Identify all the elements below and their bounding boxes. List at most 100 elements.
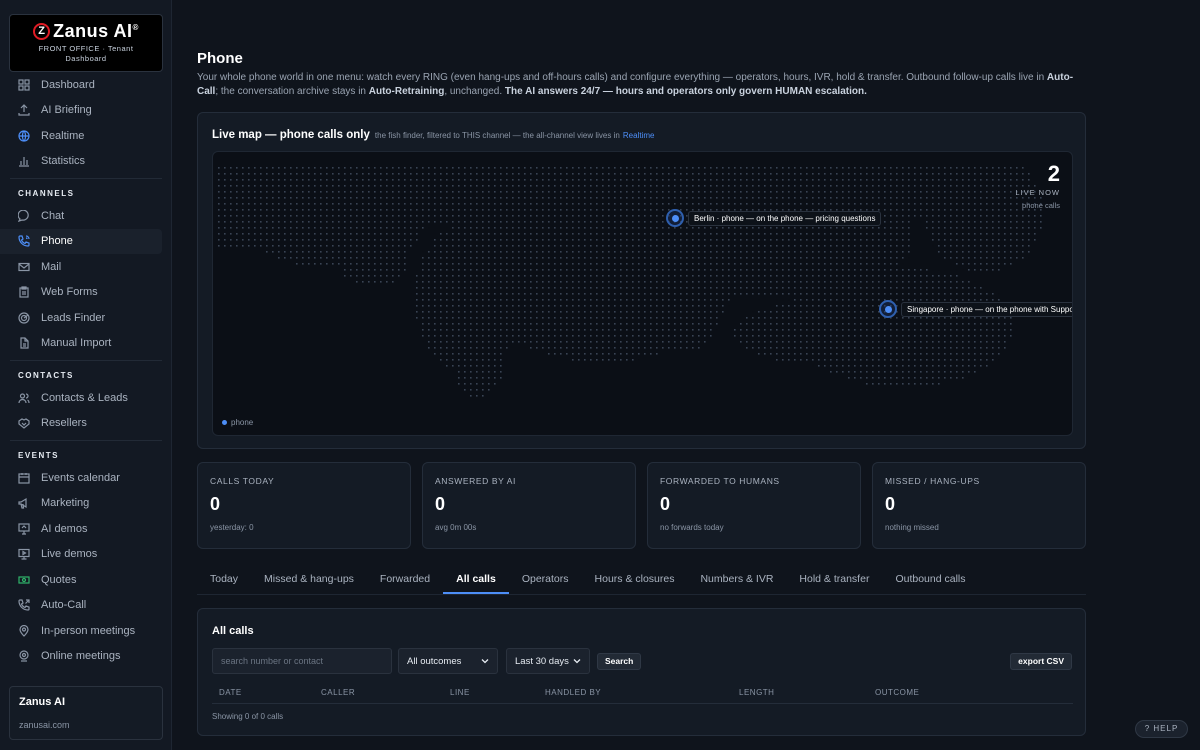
tab-numbers-ivr[interactable]: Numbers & IVR <box>687 565 786 594</box>
sidebar-item-in-person-meetings[interactable]: In-person meetings <box>0 618 172 644</box>
sidebar-item-label: Online meetings <box>41 650 121 663</box>
all-calls-card: All calls All outcomes Last 30 days Sear… <box>197 608 1086 736</box>
export-csv-button[interactable]: export CSV <box>1010 653 1072 670</box>
stat-value: 0 <box>885 494 896 514</box>
tab-operators[interactable]: Operators <box>509 565 582 594</box>
tab-today[interactable]: Today <box>197 565 251 594</box>
grid-icon <box>18 79 30 91</box>
sidebar-item-quotes[interactable]: Quotes <box>0 567 172 593</box>
tab-all-calls[interactable]: All calls <box>443 565 509 594</box>
sidebar-item-label: Phone <box>41 235 73 248</box>
column-header-handled-by[interactable]: HANDLED BY <box>545 688 601 697</box>
phone-outgoing-icon <box>18 599 30 611</box>
sidebar-item-label: AI Briefing <box>41 104 92 117</box>
sidebar-item-online-meetings[interactable]: Online meetings <box>0 644 172 670</box>
live-map-title: Live map — phone calls only <box>212 129 370 141</box>
brand-logo-mark: Z <box>33 23 51 40</box>
sidebar: Z Zanus AI® FRONT OFFICE · Tenant Dashbo… <box>0 0 172 750</box>
stat-sub: avg 0m 00s <box>435 523 477 532</box>
sidebar-item-leads-finder[interactable]: Leads Finder <box>0 305 172 331</box>
stat-label: CALLS TODAY <box>210 476 275 486</box>
sidebar-item-dashboard[interactable]: Dashboard <box>0 72 172 98</box>
map-pin-singapore[interactable]: Singapore · phone — on the phone with Su… <box>879 300 1072 318</box>
brand-logo-box[interactable]: Z Zanus AI® FRONT OFFICE · Tenant Dashbo… <box>9 14 163 72</box>
sidebar-item-web-forms[interactable]: Web Forms <box>0 280 172 306</box>
stat-value: 0 <box>210 494 221 514</box>
legend-dot-icon <box>222 420 227 425</box>
divider <box>10 440 162 441</box>
handshake-icon <box>18 417 30 430</box>
sidebar-item-statistics[interactable]: Statistics <box>0 149 172 175</box>
search-button[interactable]: Search <box>597 653 642 670</box>
sidebar-footer[interactable]: Zanus AI zanusai.com <box>9 686 163 740</box>
stats-row: CALLS TODAY 0 yesterday: 0 ANSWERED BY A… <box>197 462 1086 549</box>
sidebar-item-resellers[interactable]: Resellers <box>0 411 172 437</box>
sidebar-item-mail[interactable]: Mail <box>0 254 172 280</box>
users-icon <box>18 392 30 404</box>
section-title-events: EVENTS <box>18 451 60 460</box>
sidebar-item-label: AI demos <box>41 522 88 535</box>
sidebar-item-live-demos[interactable]: Live demos <box>0 542 172 568</box>
stat-label: FORWARDED TO HUMANS <box>660 476 780 486</box>
column-header-date[interactable]: DATE <box>219 688 242 697</box>
column-header-length[interactable]: LENGTH <box>739 688 774 697</box>
footer-url: zanusai.com <box>19 720 70 730</box>
search-input[interactable] <box>212 648 392 674</box>
stat-value: 0 <box>660 494 671 514</box>
outcome-select[interactable]: All outcomes <box>398 648 498 674</box>
chevron-down-icon <box>573 657 581 665</box>
sidebar-item-label: Manual Import <box>41 337 112 350</box>
map-pin-label: Berlin · phone — on the phone — pricing … <box>688 210 882 226</box>
brand-logo: Z Zanus AI® <box>10 21 162 42</box>
world-dot-map <box>218 167 1042 397</box>
sidebar-item-contacts-leads[interactable]: Contacts & Leads <box>0 385 172 411</box>
sidebar-item-manual-import[interactable]: Manual Import <box>0 331 172 357</box>
call-pin-icon <box>879 300 897 318</box>
globe-icon <box>18 130 30 142</box>
phone-icon <box>18 235 30 247</box>
sidebar-item-label: Marketing <box>41 497 90 510</box>
sidebar-item-phone[interactable]: Phone <box>0 228 162 254</box>
sidebar-item-label: Resellers <box>41 417 87 430</box>
chat-bubble-icon <box>18 209 30 222</box>
upload-icon <box>18 104 30 116</box>
sidebar-item-marketing[interactable]: Marketing <box>0 491 172 517</box>
column-header-line[interactable]: LINE <box>450 688 470 697</box>
stat-sub: no forwards today <box>660 523 724 532</box>
sidebar-item-label: Contacts & Leads <box>41 391 128 404</box>
world-map[interactable]: 2 LIVE NOW phone calls Berlin · phone — … <box>212 151 1073 436</box>
megaphone-icon <box>18 497 30 509</box>
stat-sub: yesterday: 0 <box>210 523 254 532</box>
sidebar-item-realtime[interactable]: Realtime <box>0 123 172 149</box>
tab-hours-closures[interactable]: Hours & closures <box>582 565 688 594</box>
sidebar-item-auto-call[interactable]: Auto-Call <box>0 593 172 619</box>
sidebar-item-events-calendar[interactable]: Events calendar <box>0 465 172 491</box>
tab-hold-transfer[interactable]: Hold & transfer <box>786 565 882 594</box>
sidebar-item-ai-briefing[interactable]: AI Briefing <box>0 98 172 124</box>
stat-card-forwarded: FORWARDED TO HUMANS 0 no forwards today <box>647 462 861 549</box>
sidebar-item-label: Chat <box>41 209 65 222</box>
tab-outbound-calls[interactable]: Outbound calls <box>882 565 978 594</box>
live-map-header: Live map — phone calls only the fish fin… <box>212 129 654 141</box>
sidebar-item-label: Web Forms <box>41 286 98 299</box>
column-header-outcome[interactable]: OUTCOME <box>875 688 919 697</box>
sidebar-item-ai-demos[interactable]: AI demos <box>0 516 172 542</box>
section-title-contacts: CONTACTS <box>18 371 74 380</box>
results-count: Showing 0 of 0 calls <box>212 712 284 721</box>
column-header-caller[interactable]: CALLER <box>321 688 355 697</box>
sidebar-item-chat[interactable]: Chat <box>0 203 172 229</box>
calendar-icon <box>18 472 30 484</box>
stat-card-answered-by-ai: ANSWERED BY AI 0 avg 0m 00s <box>422 462 636 549</box>
help-button[interactable]: ? HELP <box>1135 720 1188 738</box>
map-legend: phone <box>222 418 253 427</box>
tab-missed-hang-ups[interactable]: Missed & hang-ups <box>251 565 367 594</box>
sidebar-item-label: Statistics <box>41 155 86 168</box>
call-pin-icon <box>666 209 684 227</box>
live-counter: 2 LIVE NOW phone calls <box>1015 162 1060 211</box>
realtime-link[interactable]: Realtime <box>623 131 655 140</box>
sidebar-item-label: Leads Finder <box>41 311 106 324</box>
map-pin-berlin[interactable]: Berlin · phone — on the phone — pricing … <box>666 209 882 227</box>
range-select[interactable]: Last 30 days <box>506 648 590 674</box>
banknote-icon <box>18 574 30 586</box>
tab-forwarded[interactable]: Forwarded <box>367 565 443 594</box>
